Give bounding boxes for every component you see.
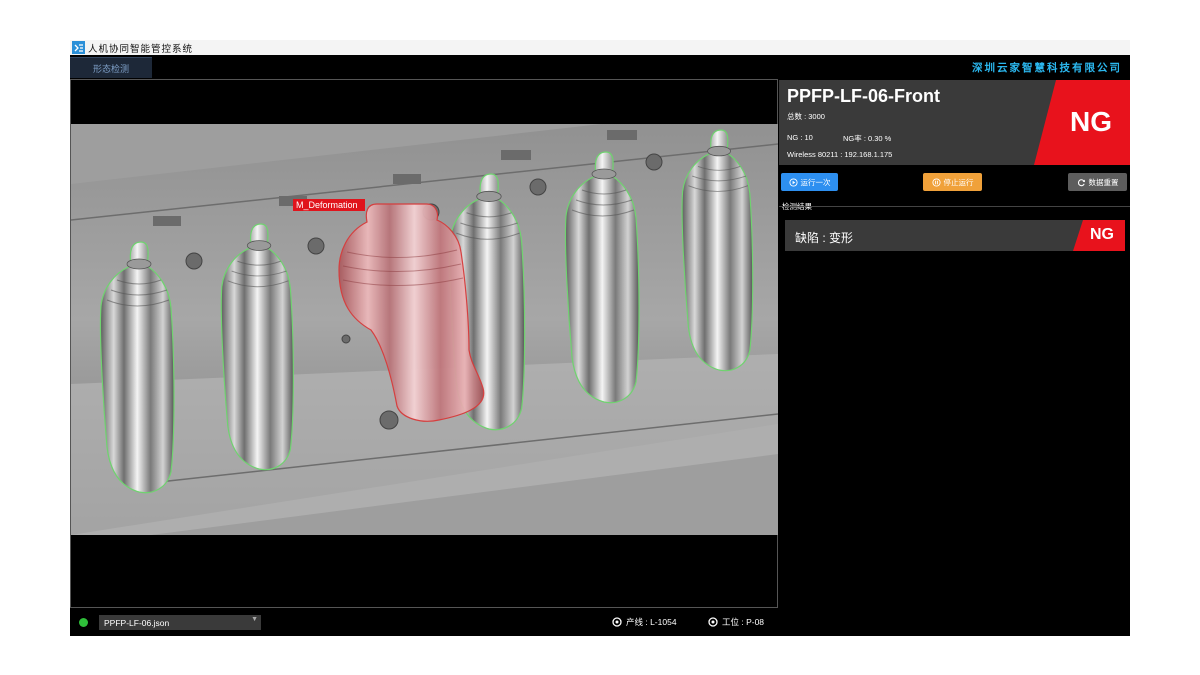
reset-data-button[interactable]: 数据重置 [1068,173,1127,191]
total-count: 总数 : 3000 [787,112,825,121]
station-info: 工位 : P-08 [708,616,764,628]
run-once-label: 运行一次 [800,177,831,187]
detection-label: M_Deformation [296,200,358,210]
target-icon [708,617,718,627]
camera-view: M_Deformation [70,79,778,608]
result-item-status: NG [1090,226,1114,243]
device-status-text: NG [1070,106,1112,137]
reset-data-label: 数据重置 [1088,177,1119,187]
results-divider [779,206,1130,207]
title-bar: 人机协同智能管控系统 [70,40,1130,55]
stop-label: 停止运行 [943,177,974,187]
app-logo-icon [72,41,85,54]
stop-button[interactable]: 停止运行 [923,173,982,191]
result-ng-badge: NG [1073,220,1125,251]
production-line-value: 产线 : L-1054 [626,617,677,627]
config-file-value: PPFP-LF-06.json [104,617,170,628]
ng-rate: NG率 : 0.30 % [843,134,892,143]
chevron-down-icon: ▼ [251,616,258,623]
wireless-address: Wireless 80211 : 192.168.1.175 [787,150,893,159]
config-file-select[interactable]: PPFP-LF-06.json ▼ [99,615,261,630]
device-status-card: PPFP-LF-06-Front 总数 : 3000 NG : 10 NG率 :… [779,80,1130,165]
tab-shape-detection[interactable]: 形态检测 [70,57,152,78]
station-value: 工位 : P-08 [722,617,765,627]
top-nav: 形态检测 深圳云家智慧科技有限公司 [70,55,1130,78]
device-ng-badge: NG [1034,80,1130,165]
run-once-button[interactable]: 运行一次 [781,173,838,191]
connection-status-dot [79,618,88,627]
company-name: 深圳云家智慧科技有限公司 [972,62,1122,74]
app-window: 人机协同智能管控系统 形态检测 深圳云家智慧科技有限公司 M_Deformati… [70,40,1130,636]
result-item-text: 缺陷 : 变形 [795,231,854,245]
result-item: 缺陷 : 变形 NG [785,220,1125,251]
target-icon [612,617,622,627]
bottom-status-bar: PPFP-LF-06.json ▼ 产线 : L-1054 工位 : P-08 [70,608,778,636]
refresh-icon [1077,178,1085,186]
ng-count: NG : 10 [787,133,813,142]
device-name: PPFP-LF-06-Front [787,86,940,106]
window-title: 人机协同智能管控系统 [88,43,194,55]
play-circle-icon [788,177,798,187]
production-line-info: 产线 : L-1054 [612,616,677,628]
pause-circle-icon [931,177,941,187]
camera-image: M_Deformation [71,124,778,535]
